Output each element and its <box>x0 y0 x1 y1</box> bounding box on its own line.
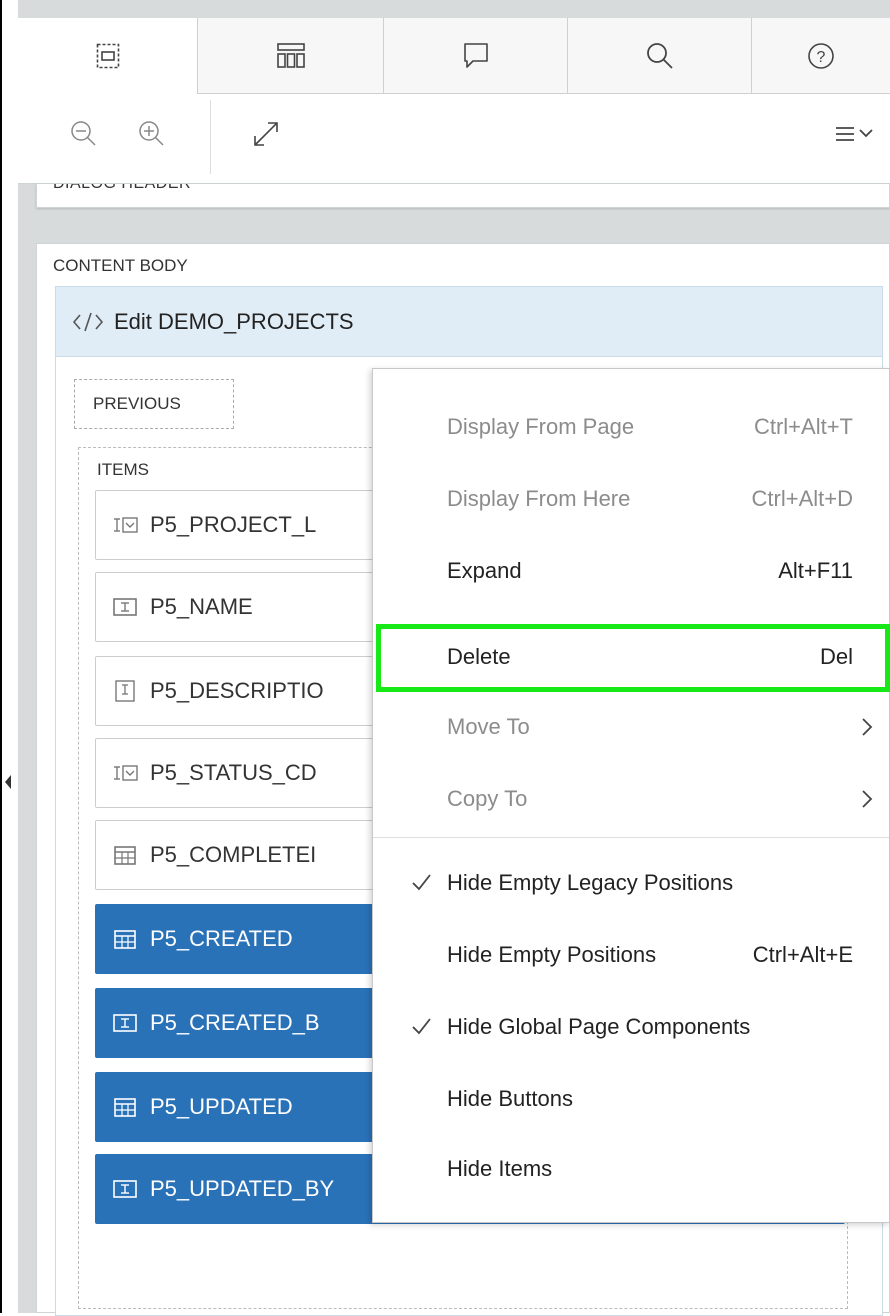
menu-item-shortcut: Ctrl+Alt+D <box>751 486 853 511</box>
tab-search[interactable] <box>568 18 752 94</box>
content-body-label: CONTENT BODY <box>53 256 188 275</box>
menu-item-delete[interactable]: Delete Del <box>373 623 889 691</box>
zoom-tools <box>18 94 890 184</box>
context-menu: Display From Page Ctrl+Alt+T Display From … <box>372 368 890 1223</box>
menu-item-hide-buttons[interactable]: Hide Buttons <box>373 1065 889 1133</box>
page-item-label: P5_COMPLETEI <box>150 842 317 867</box>
select-list-icon <box>112 514 138 536</box>
region-title: Edit DEMO_PROJECTS <box>114 308 354 334</box>
previous-label: PREVIOUS <box>93 394 181 413</box>
menu-item-label: Hide Buttons <box>447 1086 573 1111</box>
text-field-icon <box>112 596 138 618</box>
menu-item-shortcut: Alt+F11 <box>778 558 853 583</box>
previous-position[interactable]: PREVIOUS <box>74 379 234 429</box>
region-header[interactable]: Edit DEMO_PROJECTS <box>56 287 882 357</box>
menu-item-shortcut: Ctrl+Alt+E <box>752 942 853 967</box>
menu-item-copy-to[interactable]: Copy To <box>373 765 889 833</box>
menu-item-label: Hide Empty Positions <box>447 942 657 967</box>
menu-item-label: Expand <box>447 558 522 583</box>
zoom-out-icon <box>71 121 96 146</box>
date-picker-icon <box>112 844 138 866</box>
page-item-label: P5_DESCRIPTIO <box>150 678 324 703</box>
page-item-label: P5_PROJECT_L <box>150 512 317 537</box>
component-gallery-icon <box>276 42 305 68</box>
layout-toolbar: ? <box>18 18 890 184</box>
zoom-out-button[interactable] <box>62 112 106 156</box>
search-icon <box>646 42 673 69</box>
menu-item-label: Delete <box>447 644 511 669</box>
text-field-icon <box>112 1012 138 1034</box>
page-item-label: P5_CREATED <box>150 926 293 951</box>
textarea-icon <box>112 680 138 702</box>
menu-icon <box>836 127 873 141</box>
menu-item-hide-global-page-components[interactable]: Hide Global Page Components <box>373 993 889 1061</box>
expand-button[interactable] <box>244 112 288 156</box>
help-icon: ? <box>808 42 834 69</box>
menu-item-label: Move To <box>447 714 530 739</box>
menu-item-display-from-page[interactable]: Display From Page Ctrl+Alt+T <box>373 393 889 461</box>
page-item-label: P5_NAME <box>150 594 253 619</box>
date-picker-icon <box>112 928 138 950</box>
toolbar-tabs: ? <box>18 18 890 94</box>
toolbar-divider <box>210 100 211 174</box>
code-icon <box>72 312 104 331</box>
tab-grid-layout[interactable] <box>18 18 198 94</box>
message-bubble-icon <box>463 42 488 68</box>
page-item-label: P5_STATUS_CD <box>150 760 317 785</box>
menu-item-label: Display From Here <box>447 486 631 511</box>
dialog-header-region[interactable]: DIALOG HEADER <box>36 184 890 208</box>
tab-help[interactable]: ? <box>752 18 890 94</box>
menu-item-move-to[interactable]: Move To <box>373 693 889 761</box>
menu-item-hide-empty-legacy-positions[interactable]: Hide Empty Legacy Positions <box>373 849 889 917</box>
menu-item-hide-items[interactable]: Hide Items <box>373 1135 889 1203</box>
page-item-label: P5_CREATED_B <box>150 1010 320 1035</box>
tab-messages[interactable] <box>384 18 568 94</box>
menu-item-expand[interactable]: Expand Alt+F11 <box>373 537 889 605</box>
checkmark-icon <box>411 867 431 897</box>
menu-item-shortcut: Del <box>819 644 853 669</box>
chevron-right-icon <box>861 789 873 815</box>
left-panel-edge <box>2 0 18 1313</box>
menu-item-display-from-here[interactable]: Display From Here Ctrl+Alt+D <box>373 465 889 533</box>
page-item-label: P5_UPDATED_BY <box>150 1176 335 1201</box>
svg-text:?: ? <box>817 49 826 66</box>
view-menu-button[interactable] <box>830 112 890 156</box>
select-list-icon <box>112 762 138 784</box>
menu-item-label: Copy To <box>447 786 528 811</box>
date-picker-icon <box>112 1096 138 1118</box>
grid-layout-icon <box>96 43 119 69</box>
zoom-in-button[interactable] <box>130 112 174 156</box>
expand-icon <box>254 122 278 146</box>
zoom-in-icon <box>139 121 164 146</box>
checkmark-icon <box>411 1011 431 1041</box>
menu-separator <box>373 837 889 838</box>
tab-gallery[interactable] <box>198 18 384 94</box>
collapse-left-arrow-icon[interactable] <box>5 775 11 789</box>
page-item-label: P5_UPDATED <box>150 1094 293 1119</box>
menu-item-label: Hide Empty Legacy Positions <box>447 870 734 895</box>
menu-item-label: Display From Page <box>447 414 635 439</box>
dialog-header-label: DIALOG HEADER <box>53 184 191 193</box>
menu-item-hide-empty-positions[interactable]: Hide Empty Positions Ctrl+Alt+E <box>373 921 889 989</box>
chevron-right-icon <box>861 717 873 743</box>
items-label: ITEMS <box>97 460 149 479</box>
menu-item-shortcut: Ctrl+Alt+T <box>753 414 853 439</box>
menu-item-label: Hide Items <box>447 1156 553 1181</box>
text-field-icon <box>112 1178 138 1200</box>
menu-item-label: Hide Global Page Components <box>447 1014 751 1039</box>
